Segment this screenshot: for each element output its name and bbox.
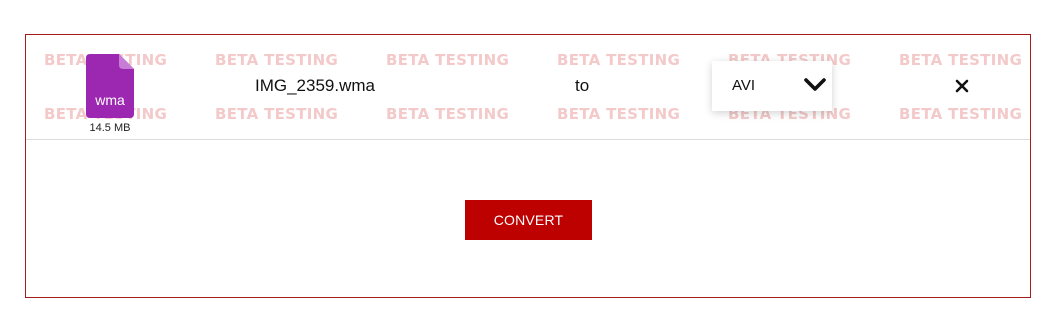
- target-format-value: AVI: [732, 77, 756, 94]
- convert-button[interactable]: CONVERT: [465, 200, 592, 240]
- watermark-text: BETA TESTING: [899, 105, 1023, 123]
- wma-file-icon: wma: [86, 54, 134, 118]
- watermark-text: BETA TESTING: [899, 51, 1023, 69]
- file-extension: wma: [95, 92, 125, 108]
- beta-watermark: BETA TESTING BETA TESTING BETA TESTING B…: [26, 35, 1030, 139]
- watermark-text: BETA TESTING: [386, 51, 510, 69]
- file-name: IMG_2359.wma: [255, 76, 375, 95]
- to-label: to: [575, 76, 590, 95]
- chevron-down-icon: [804, 78, 826, 97]
- watermark-text: BETA TESTING: [215, 51, 339, 69]
- conversion-panel: BETA TESTING BETA TESTING BETA TESTING B…: [25, 34, 1031, 298]
- file-row: BETA TESTING BETA TESTING BETA TESTING B…: [26, 35, 1030, 140]
- watermark-text: BETA TESTING: [215, 105, 339, 123]
- remove-file-button[interactable]: [952, 76, 972, 96]
- watermark-text: BETA TESTING: [557, 105, 681, 123]
- target-format-dropdown[interactable]: AVI: [712, 61, 832, 111]
- watermark-text: BETA TESTING: [386, 105, 510, 123]
- watermark-text: BETA TESTING: [557, 51, 681, 69]
- file-size: 14.5 MB: [89, 122, 131, 134]
- close-icon: [952, 79, 972, 100]
